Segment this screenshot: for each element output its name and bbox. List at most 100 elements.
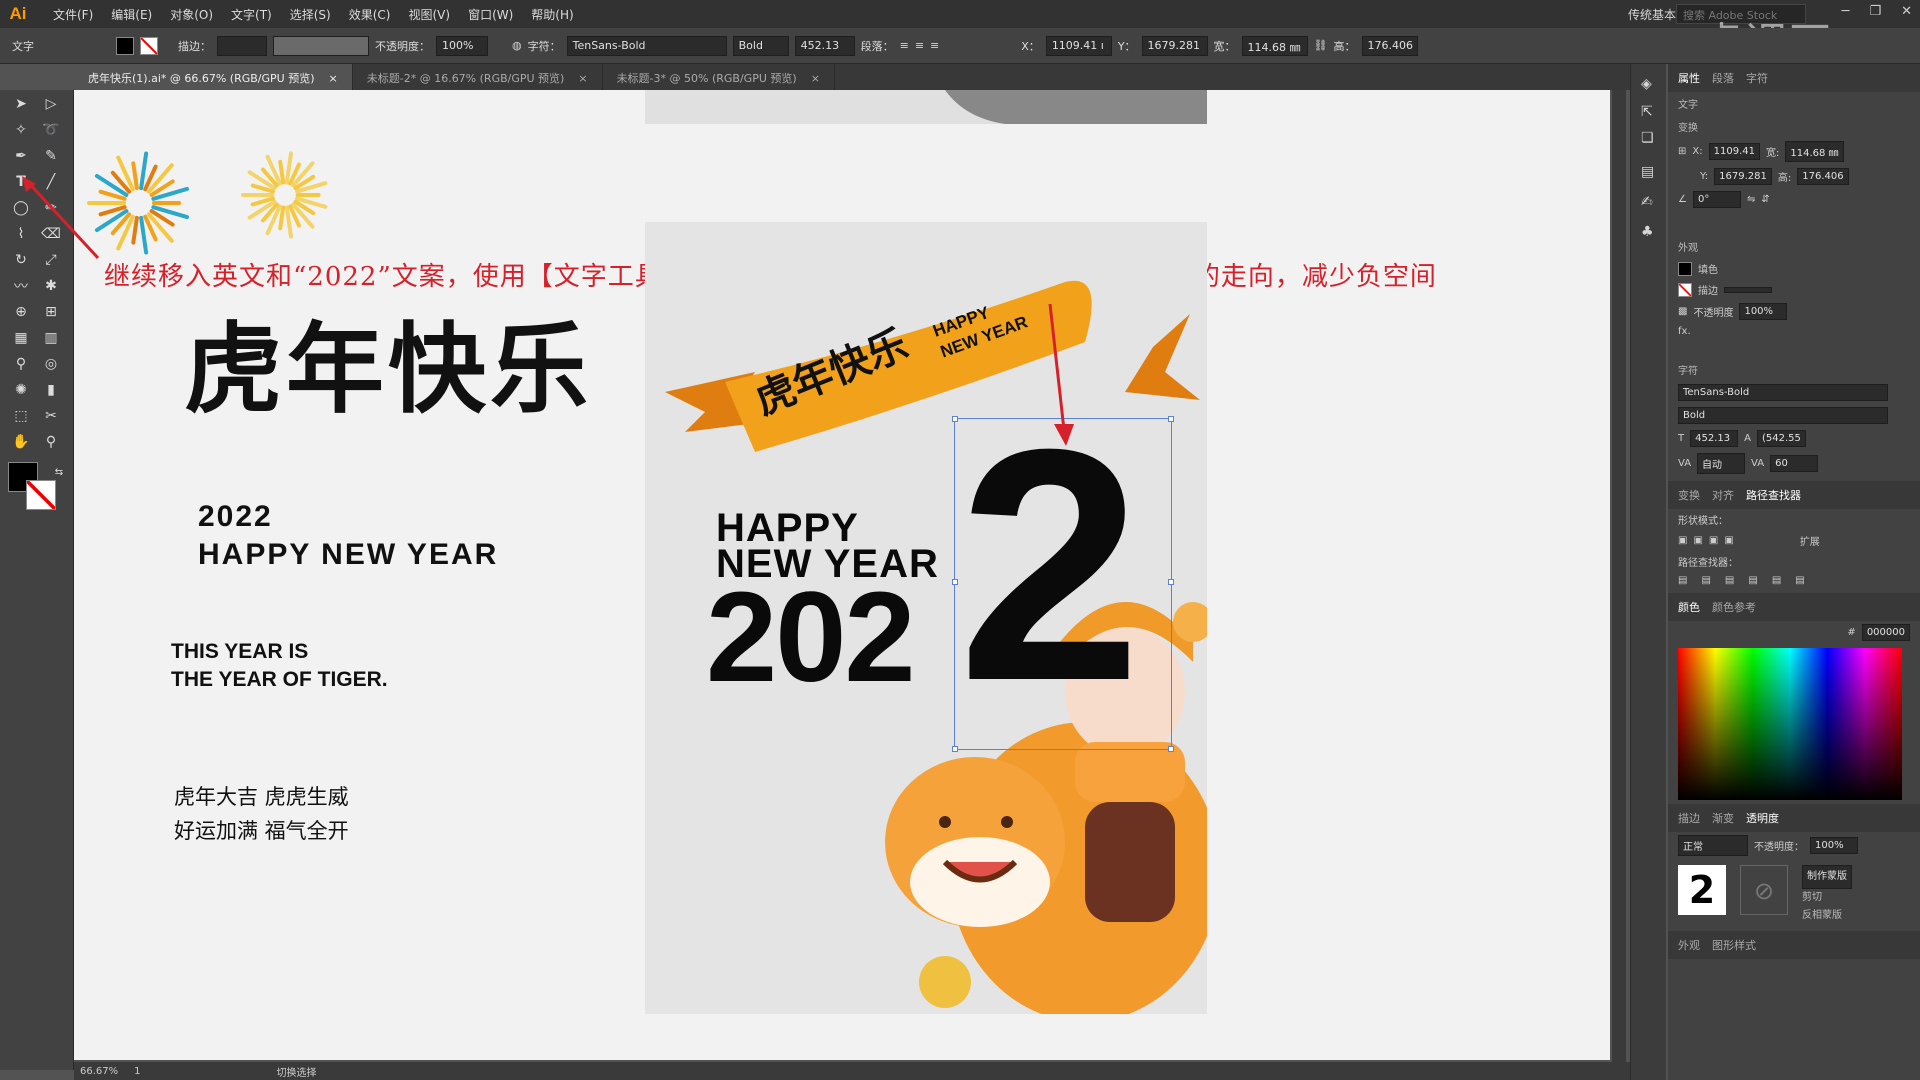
tab-transparency[interactable]: 透明度 [1746, 810, 1779, 826]
x-field[interactable]: 1109.41 ı [1045, 35, 1112, 56]
font-style-field[interactable]: Bold [732, 35, 789, 56]
tab-graphic-styles[interactable]: 图形样式 [1712, 937, 1756, 953]
tab-appearance[interactable]: 外观 [1678, 937, 1700, 953]
panel-style[interactable]: Bold [1678, 407, 1888, 424]
libraries-icon[interactable]: ▤ [1641, 164, 1654, 180]
symbols-icon[interactable]: ♣ [1641, 224, 1654, 240]
align-right-icon[interactable]: ≡ [930, 39, 939, 52]
tab-color-guide[interactable]: 颜色参考 [1712, 599, 1756, 615]
slice-icon[interactable]: ✂ [38, 404, 64, 428]
outline-icon[interactable]: ▤ [1772, 575, 1781, 586]
panel-x[interactable]: 1109.41 [1708, 143, 1760, 160]
minus-back-icon[interactable]: ▤ [1795, 575, 1804, 586]
mesh-icon[interactable]: ▦ [8, 326, 34, 350]
direct-selection-tool-icon[interactable]: ▷ [38, 92, 64, 116]
handle-r[interactable] [1168, 579, 1174, 585]
tab-pathfinder[interactable]: 路径查找器 [1746, 487, 1801, 503]
zoom-icon[interactable]: ⚲ [38, 430, 64, 454]
panel-stroke-field[interactable] [1724, 286, 1772, 293]
symbol-sprayer-icon[interactable]: ✺ [8, 378, 34, 402]
artboards-icon[interactable]: ❏ [1641, 130, 1654, 146]
menu-item[interactable]: 视图(V) [399, 6, 459, 23]
tab-doc-2[interactable]: 未标题-2* @ 16.67% (RGB/GPU 预览) × [353, 64, 603, 90]
panel-tracking[interactable]: 60 [1770, 455, 1819, 472]
poster-202[interactable]: 202 [706, 574, 916, 702]
handle-tr[interactable] [1168, 416, 1174, 422]
maximize-icon[interactable]: ❐ [1869, 4, 1881, 19]
menu-item[interactable]: 效果(C) [340, 6, 400, 23]
mask-thumbnail[interactable]: 2 [1678, 865, 1726, 915]
lasso-icon[interactable]: ➰ [38, 118, 64, 142]
tab-gradient[interactable]: 渐变 [1712, 810, 1734, 826]
menu-item[interactable]: 对象(O) [161, 6, 222, 23]
link-icon[interactable]: ⛓ [1314, 39, 1328, 52]
panel-font[interactable]: TenSans-Bold [1678, 384, 1888, 401]
close-icon[interactable]: × [578, 72, 587, 85]
close-icon[interactable]: × [811, 72, 820, 85]
magic-wand-icon[interactable]: ✧ [8, 118, 34, 142]
panel-kerning[interactable]: 自动 [1697, 453, 1746, 474]
pen-tool-icon[interactable]: ✒ [8, 144, 34, 168]
invert-mask-checkbox[interactable]: 反相蒙版 [1802, 907, 1852, 925]
expand-button[interactable]: 扩展 [1800, 533, 1820, 548]
menu-item[interactable]: 编辑(E) [102, 6, 161, 23]
panel-size[interactable]: 452.13 [1690, 430, 1739, 447]
artboard-icon[interactable]: ⬚ [8, 404, 34, 428]
tab-doc-3[interactable]: 未标题-3* @ 50% (RGB/GPU 预览) × [603, 64, 835, 90]
panel-opacity[interactable]: 100% [1739, 303, 1788, 320]
gradient-icon[interactable]: ▥ [38, 326, 64, 350]
swap-icon[interactable]: ⇆ [46, 460, 72, 484]
tab-stroke[interactable]: 描边 [1678, 810, 1700, 826]
title-cn[interactable]: 虎年快乐 [184, 290, 592, 432]
zoom-level[interactable]: 66.67% [80, 1066, 118, 1077]
panel-angle[interactable]: 0° [1692, 191, 1741, 208]
ref-point-icon[interactable]: ⊞ [1678, 146, 1686, 157]
panel-w[interactable]: 114.68 ㎜ [1785, 141, 1844, 162]
panel-fill-swatch[interactable] [1678, 261, 1692, 276]
vertical-scrollbar[interactable] [1612, 90, 1626, 1062]
unite-icon[interactable]: ▣ [1678, 535, 1687, 546]
opacity-field[interactable]: 100% [436, 35, 488, 56]
tab-transform[interactable]: 变换 [1678, 487, 1700, 503]
tab-properties[interactable]: 属性 [1678, 70, 1700, 86]
divide-icon[interactable]: ▤ [1678, 575, 1687, 586]
perspective-icon[interactable]: ⊞ [38, 300, 64, 324]
close-icon[interactable]: ✕ [1901, 4, 1912, 19]
menu-item[interactable]: 文件(F) [44, 6, 102, 23]
font-family-field[interactable]: TenSans-Bold [566, 35, 727, 56]
tab-align[interactable]: 对齐 [1712, 487, 1734, 503]
clip-checkbox[interactable]: 剪切 [1802, 889, 1852, 907]
w-field[interactable]: 114.68 ㎜ [1241, 35, 1308, 56]
brush-field[interactable] [273, 35, 369, 56]
panel-h[interactable]: 176.406 [1797, 168, 1849, 185]
handle-tl[interactable] [952, 416, 958, 422]
menu-item[interactable]: 帮助(H) [522, 6, 582, 23]
minimize-icon[interactable]: ─ [1842, 4, 1850, 19]
blend-mode[interactable]: 正常 [1678, 835, 1748, 856]
blend-icon[interactable]: ◎ [38, 352, 64, 376]
font-size-field[interactable]: 452.13 [794, 35, 855, 56]
panel-y[interactable]: 1679.281 [1714, 168, 1772, 185]
flip-v-icon[interactable]: ⇵ [1761, 194, 1769, 205]
y-field[interactable]: 1679.281 [1141, 35, 1208, 56]
tab-paragraph[interactable]: 段落 [1712, 70, 1734, 86]
shape-builder-icon[interactable]: ⊕ [8, 300, 34, 324]
handle-br[interactable] [1168, 746, 1174, 752]
selection-bounding-box[interactable] [952, 416, 1174, 752]
tab-character[interactable]: 字符 [1746, 70, 1768, 86]
export-icon[interactable]: ⇱ [1641, 104, 1653, 120]
fx-icon[interactable]: fx. [1678, 326, 1691, 337]
align-center-icon[interactable]: ≡ [915, 39, 924, 52]
blessing-block[interactable]: 虎年大吉 虎虎生威 好运加满 福气全开 [174, 780, 349, 848]
artboard-number[interactable]: 1 [134, 1066, 140, 1077]
minus-front-icon[interactable]: ▣ [1693, 535, 1702, 546]
intersect-icon[interactable]: ▣ [1709, 535, 1718, 546]
exclude-icon[interactable]: ▣ [1724, 535, 1733, 546]
h-field[interactable]: 176.406 [1361, 35, 1418, 56]
align-left-icon[interactable]: ≡ [900, 39, 909, 52]
merge-icon[interactable]: ▤ [1725, 575, 1734, 586]
handle-bl[interactable] [952, 746, 958, 752]
trim-icon[interactable]: ▤ [1701, 575, 1710, 586]
english-block[interactable]: 2022 HAPPY NEW YEAR [198, 498, 498, 574]
menu-item[interactable]: 文字(T) [222, 6, 281, 23]
